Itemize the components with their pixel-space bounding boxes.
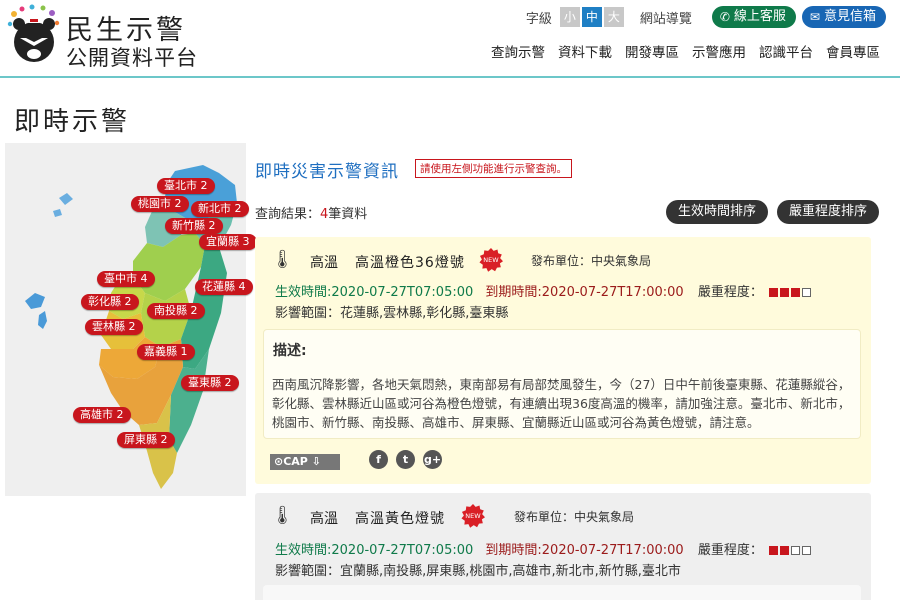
brand-subtitle[interactable]: 公開資料平台	[66, 42, 198, 72]
main-nav: 查詢示警 資料下載 開發專區 示警應用 認識平台 會員專區	[478, 41, 880, 61]
severity-dot	[790, 546, 800, 555]
map-tag-pingtung[interactable]: 屏東縣 2	[117, 432, 175, 448]
description-box	[263, 585, 861, 600]
severity-dot	[768, 546, 778, 555]
online-service-label: 線上客服	[733, 9, 786, 24]
map-tag-taitung[interactable]: 臺東縣 2	[181, 375, 239, 391]
severity-dot	[779, 288, 789, 297]
map-tag-new-taipei[interactable]: 新北市 2	[191, 201, 249, 217]
map-tag-nantou[interactable]: 南投縣 2	[147, 303, 205, 319]
map-tag-yunlin[interactable]: 雲林縣 2	[85, 319, 143, 335]
severity-dot	[801, 288, 811, 297]
severity-dot	[768, 288, 778, 297]
nav-about[interactable]: 認識平台	[759, 41, 813, 61]
google-plus-icon[interactable]: g+	[423, 450, 442, 469]
expiry-time: 到期時間:2020-07-27T17:00:00	[485, 285, 684, 300]
severity-label: 嚴重程度：	[697, 543, 763, 558]
alert-card[interactable]: 🌡 高溫 高溫黃色燈號 NEW 發布單位：中央氣象局 生效時間:2020-07-…	[255, 493, 871, 600]
nav-query-alerts[interactable]: 查詢示警	[491, 41, 545, 61]
sort-by-severity-button[interactable]: 嚴重程度排序	[777, 200, 880, 224]
matsu-islands[interactable]	[53, 193, 73, 217]
result-prefix: 查詢結果：	[255, 207, 321, 222]
thermometer-icon: 🌡	[271, 249, 294, 270]
alert-name[interactable]: 高溫黃色燈號	[355, 508, 445, 528]
region-central[interactable]	[133, 233, 205, 301]
penghu-islands[interactable]	[38, 311, 47, 329]
severity-meter	[767, 285, 811, 300]
alert-card[interactable]: 🌡 高溫 高溫橙色36燈號 NEW 發布單位：中央氣象局 生效時間:2020-0…	[255, 237, 871, 484]
section-title: 即時災害示警資訊	[255, 162, 399, 182]
alert-areas: 影響範圍：宜蘭縣,南投縣,屏東縣,桃園市,高雄市,新北市,新竹縣,臺北市	[275, 564, 681, 579]
online-service-button[interactable]: ✆ 線上客服	[711, 6, 796, 28]
effective-time: 生效時間:2020-07-27T07:05:00	[275, 285, 474, 300]
sort-by-time-button[interactable]: 生效時間排序	[666, 200, 769, 224]
sitemap-link[interactable]: 網站導覽	[640, 8, 692, 27]
severity-meter	[767, 543, 811, 558]
download-arrow-icon: ⇩	[307, 455, 321, 468]
map-tag-taoyuan[interactable]: 桃園市 2	[131, 196, 189, 212]
alert-type: 高溫	[310, 255, 338, 271]
result-count: 查詢結果：4筆資料	[255, 203, 367, 222]
nav-data-download[interactable]: 資料下載	[558, 41, 612, 61]
kinmen-islands[interactable]	[25, 293, 45, 309]
cap-label: CAP	[283, 455, 308, 468]
utility-bar: 字級 小 中 大 網站導覽 ✆ 線上客服 ✉ 意見信箱	[526, 6, 886, 28]
new-badge: NEW	[461, 504, 485, 528]
new-badge: NEW	[479, 248, 503, 272]
effective-time: 生效時間:2020-07-27T07:05:00	[275, 543, 474, 558]
site-header: 民生示警 公開資料平台 字級 小 中 大 網站導覽 ✆ 線上客服 ✉ 意見信箱 …	[0, 0, 900, 78]
severity-label: 嚴重程度：	[697, 285, 763, 300]
font-size-label: 字級	[525, 11, 552, 27]
severity-dot	[779, 546, 789, 555]
page-title: 即時示警	[14, 107, 131, 137]
nav-alert-apps[interactable]: 示警應用	[692, 41, 746, 61]
font-size-large-button[interactable]: 大	[603, 7, 624, 27]
alert-time-row: 生效時間:2020-07-27T07:05:00 到期時間:2020-07-27…	[275, 539, 811, 558]
rss-icon: ⊙	[274, 455, 284, 468]
phone-icon: ✆	[719, 10, 730, 24]
severity-dot	[790, 288, 800, 297]
nav-member[interactable]: 會員專區	[826, 41, 880, 61]
alert-time-row: 生效時間:2020-07-27T07:05:00 到期時間:2020-07-27…	[275, 281, 811, 300]
map-tag-yilan[interactable]: 宜蘭縣 3	[199, 234, 257, 250]
expiry-time: 到期時間:2020-07-27T17:00:00	[485, 543, 684, 558]
facebook-icon[interactable]: f	[369, 450, 388, 469]
alert-issuer: 發布單位：中央氣象局	[531, 254, 652, 268]
feedback-label: 意見信箱	[823, 9, 876, 24]
query-hint: 請使用左側功能進行示警查詢。	[415, 159, 572, 178]
description-title: 描述:	[273, 343, 307, 359]
mail-icon: ✉	[809, 10, 820, 24]
map-tag-kaohsiung[interactable]: 高雄市 2	[73, 407, 131, 423]
nav-developer[interactable]: 開發專區	[625, 41, 679, 61]
alert-name[interactable]: 高溫橙色36燈號	[355, 252, 465, 272]
alert-areas: 影響範圍：花蓮縣,雲林縣,彰化縣,臺東縣	[275, 306, 509, 321]
map-tag-hualien[interactable]: 花蓮縣 4	[195, 279, 253, 295]
alert-issuer: 發布單位：中央氣象局	[514, 510, 635, 524]
bear-logo-icon[interactable]	[6, 4, 62, 68]
alert-list-panel: 即時災害示警資訊 請使用左側功能進行示警查詢。 查詢結果：4筆資料 生效時間排序…	[255, 143, 891, 600]
taiwan-map-panel: 臺北市 2 桃園市 2 新北市 2 新竹縣 2 宜蘭縣 3 臺中市 4 花蓮縣 …	[5, 143, 257, 496]
map-tag-taipei[interactable]: 臺北市 2	[157, 178, 215, 194]
cap-download-button[interactable]: ⊙CAP ⇩	[270, 454, 340, 470]
twitter-icon[interactable]: t	[396, 450, 415, 469]
severity-dot	[801, 546, 811, 555]
font-size-small-button[interactable]: 小	[559, 7, 580, 27]
map-tag-changhua[interactable]: 彰化縣 2	[81, 294, 139, 310]
description-text: 西南風沉降影響，各地天氣悶熱，東南部易有局部焚風發生，今（27）日中午前後臺東縣…	[272, 377, 851, 430]
alert-type: 高溫	[310, 511, 338, 527]
map-tag-taichung[interactable]: 臺中市 4	[97, 271, 155, 287]
font-size-medium-button[interactable]: 中	[581, 7, 602, 27]
map-tag-hsinchu[interactable]: 新竹縣 2	[165, 218, 223, 234]
feedback-button[interactable]: ✉ 意見信箱	[801, 6, 886, 28]
result-suffix: 筆資料	[328, 207, 368, 222]
description-box: 描述: 西南風沉降影響，各地天氣悶熱，東南部易有局部焚風發生，今（27）日中午前…	[263, 329, 861, 439]
map-tag-chiayi[interactable]: 嘉義縣 1	[137, 344, 195, 360]
thermometer-icon: 🌡	[271, 505, 294, 526]
